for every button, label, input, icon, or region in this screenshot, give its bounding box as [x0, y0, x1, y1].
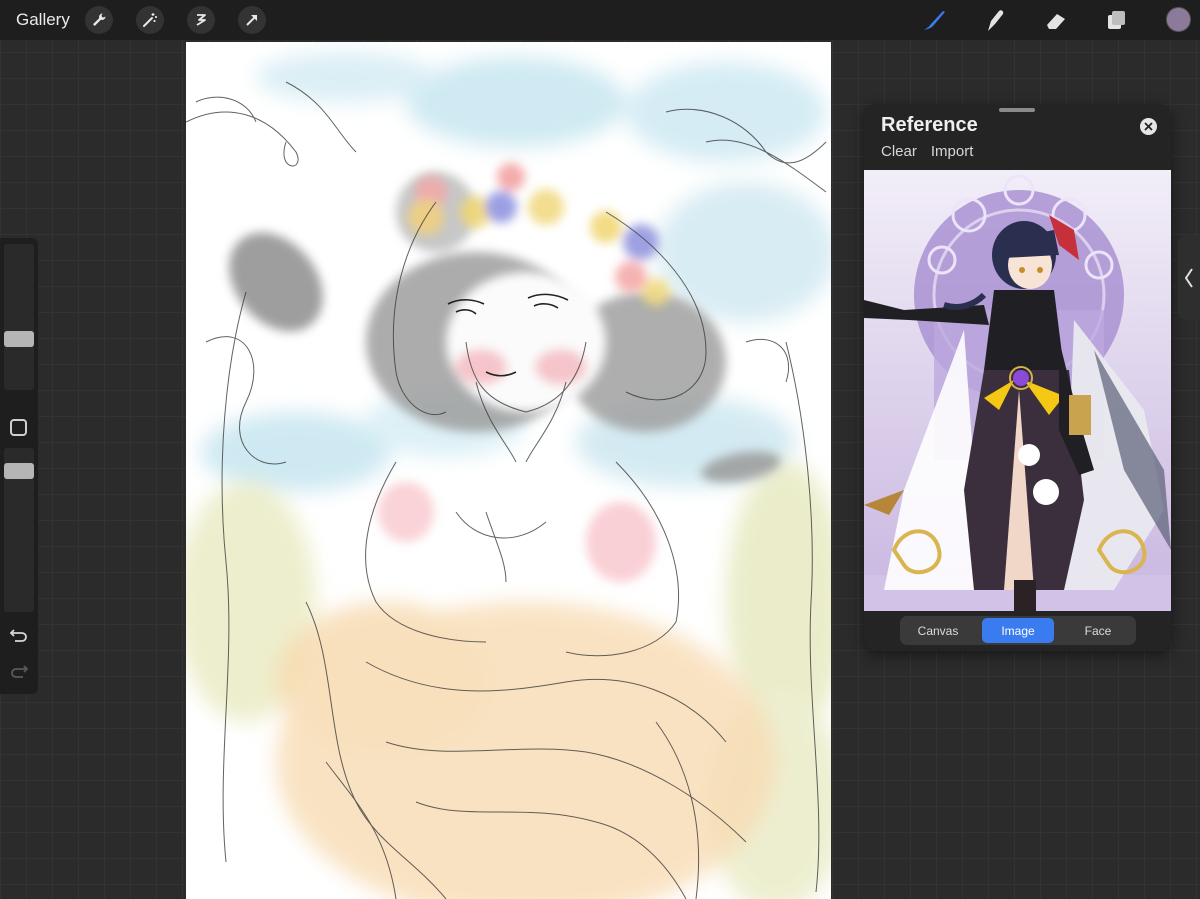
- brush-size-thumb[interactable]: [4, 331, 34, 347]
- wrench-icon[interactable]: [85, 6, 113, 34]
- drag-handle[interactable]: [999, 108, 1035, 112]
- clear-button[interactable]: Clear: [881, 143, 917, 160]
- brush-icon[interactable]: [920, 6, 948, 34]
- brush-size-slider[interactable]: [4, 244, 34, 390]
- modify-button[interactable]: [10, 419, 27, 436]
- smudge-icon[interactable]: [981, 6, 1009, 34]
- left-sidebar: [0, 238, 38, 694]
- undo-icon[interactable]: [9, 626, 29, 644]
- drawing-canvas[interactable]: [186, 42, 831, 899]
- chevron-left-icon: [1184, 268, 1193, 288]
- tab-face[interactable]: Face: [1062, 618, 1134, 643]
- reference-panel: Reference Clear Import Canvas Image Face: [864, 104, 1171, 651]
- magic-wand-icon[interactable]: [136, 6, 164, 34]
- reference-mode-switch: Canvas Image Face: [900, 616, 1136, 645]
- opacity-thumb[interactable]: [4, 463, 34, 479]
- reference-image: [864, 170, 1171, 611]
- selection-icon[interactable]: [187, 6, 215, 34]
- import-button[interactable]: Import: [931, 143, 974, 160]
- tab-canvas[interactable]: Canvas: [902, 618, 974, 643]
- layers-icon[interactable]: [1103, 6, 1131, 34]
- top-toolbar: Gallery: [0, 0, 1200, 40]
- reference-title: Reference: [881, 114, 978, 136]
- eraser-icon[interactable]: [1042, 6, 1070, 34]
- transform-arrow-icon[interactable]: [238, 6, 266, 34]
- color-swatch[interactable]: [1166, 7, 1191, 32]
- close-icon[interactable]: [1140, 118, 1157, 135]
- sketch-artwork: [186, 52, 831, 899]
- reference-actions: Clear Import: [881, 143, 987, 160]
- gallery-button[interactable]: Gallery: [16, 10, 70, 30]
- redo-icon[interactable]: [9, 662, 29, 680]
- tab-image[interactable]: Image: [982, 618, 1054, 643]
- collapse-panel-tab[interactable]: [1178, 236, 1200, 320]
